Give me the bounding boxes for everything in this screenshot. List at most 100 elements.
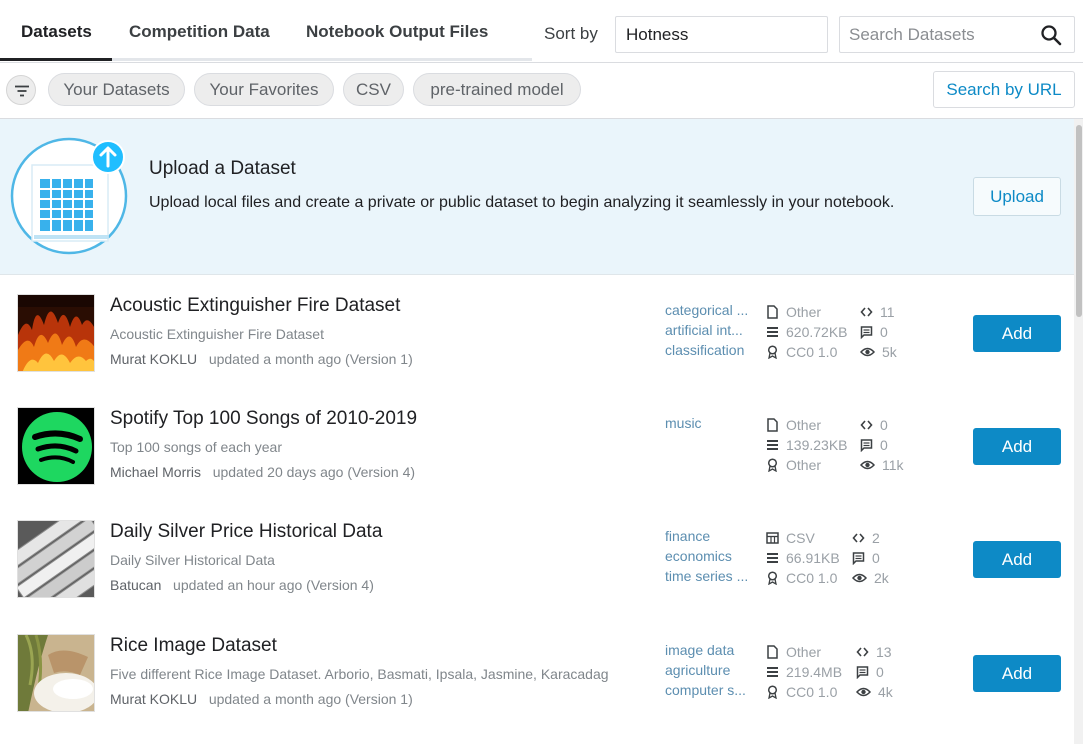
license-badge-icon (767, 685, 778, 699)
dataset-tags: finance economics time series ... (665, 528, 760, 588)
dataset-title[interactable]: Acoustic Extinguisher Fire Dataset (110, 295, 400, 317)
code-icon (856, 647, 869, 657)
dataset-stats-activity: 2 0 2k (852, 528, 889, 588)
tag[interactable]: classification (665, 342, 760, 362)
dataset-subtitle: Top 100 songs of each year (110, 439, 283, 455)
database-icon (767, 327, 778, 337)
tag[interactable]: image data (665, 642, 760, 662)
tag[interactable]: economics (665, 548, 760, 568)
chip-your-favorites[interactable]: Your Favorites (194, 73, 334, 106)
eye-icon (852, 573, 867, 583)
file-icon (767, 645, 778, 659)
tag[interactable]: time series ... (665, 568, 760, 588)
dataset-author[interactable]: Michael Morris (110, 464, 201, 480)
database-icon (767, 553, 778, 563)
stat-size: 139.23KB (766, 435, 848, 455)
filter-button[interactable] (6, 75, 36, 105)
dataset-updated: updated 20 days ago (Version 4) (212, 464, 416, 480)
dataset-thumbnail-spotify[interactable] (17, 407, 95, 485)
stat-views: 5k (860, 342, 897, 362)
dataset-row-silver[interactable]: Daily Silver Price Historical Data Daily… (0, 501, 1074, 614)
stat-license: CC0 1.0 (766, 342, 848, 362)
sort-by-label: Sort by (544, 24, 598, 43)
search-input[interactable] (840, 17, 1030, 52)
stat-code: 13 (856, 642, 893, 662)
dataset-stats-activity: 0 0 11k (860, 415, 904, 475)
chip-pre-trained-model[interactable]: pre-trained model (413, 73, 581, 106)
tab-notebook-output-files[interactable]: Notebook Output Files (306, 22, 488, 42)
tag[interactable]: music (665, 415, 760, 435)
search-icon[interactable] (1039, 23, 1063, 47)
stat-license: CC0 1.0 (766, 682, 842, 702)
stat-license: Other (766, 455, 848, 475)
dataset-stats-file: Other 219.4MB CC0 1.0 (766, 642, 842, 702)
dataset-title[interactable]: Spotify Top 100 Songs of 2010-2019 (110, 408, 417, 430)
stat-code: 0 (860, 415, 904, 435)
tag[interactable]: categorical ... (665, 302, 760, 322)
dataset-thumbnail-fire[interactable] (17, 294, 95, 372)
dataset-author[interactable]: Murat KOKLU (110, 351, 197, 367)
dataset-title[interactable]: Daily Silver Price Historical Data (110, 521, 382, 543)
eye-icon (856, 687, 871, 697)
stat-license: CC0 1.0 (766, 568, 840, 588)
tab-competition-data[interactable]: Competition Data (129, 22, 270, 42)
upload-button[interactable]: Upload (973, 177, 1061, 216)
dataset-thumbnail-rice[interactable] (17, 634, 95, 712)
dataset-row-acoustic-fire[interactable]: Acoustic Extinguisher Fire Dataset Acous… (0, 275, 1074, 388)
add-dataset-button[interactable]: Add (973, 541, 1061, 578)
dataset-author[interactable]: Murat KOKLU (110, 691, 197, 707)
stat-code: 2 (852, 528, 889, 548)
dataset-tags: image data agriculture computer s... (665, 642, 760, 702)
file-icon (767, 305, 778, 319)
eye-icon (860, 460, 875, 470)
stat-size: 620.72KB (766, 322, 848, 342)
sort-select[interactable]: Hotness (615, 16, 828, 53)
tag[interactable]: artificial int... (665, 322, 760, 342)
upload-description: Upload local files and create a private … (149, 194, 895, 211)
eye-icon (860, 347, 875, 357)
license-badge-icon (767, 458, 778, 472)
tab-competition-data-underline (112, 58, 288, 61)
chip-your-datasets[interactable]: Your Datasets (48, 73, 185, 106)
search-box (839, 16, 1075, 53)
add-dataset-button[interactable]: Add (973, 315, 1061, 352)
upload-title: Upload a Dataset (149, 158, 296, 179)
dataset-author[interactable]: Batucan (110, 577, 161, 593)
dataset-updated: updated an hour ago (Version 4) (173, 577, 374, 593)
dataset-meta: Michael Morris updated 20 days ago (Vers… (110, 464, 415, 480)
top-bar: Datasets Competition Data Notebook Outpu… (0, 0, 1083, 63)
license-badge-icon (767, 345, 778, 359)
add-dataset-button[interactable]: Add (973, 428, 1061, 465)
scrollbar-thumb[interactable] (1076, 125, 1082, 317)
chip-csv[interactable]: CSV (343, 73, 404, 106)
stat-views: 11k (860, 455, 904, 475)
dataset-stats-file: Other 620.72KB CC0 1.0 (766, 302, 848, 362)
add-dataset-button[interactable]: Add (973, 655, 1061, 692)
tab-datasets[interactable]: Datasets (21, 22, 92, 42)
stat-type: CSV (766, 528, 840, 548)
stat-discussions: 0 (860, 322, 897, 342)
dataset-stats-file: CSV 66.91KB CC0 1.0 (766, 528, 840, 588)
stat-views: 4k (856, 682, 893, 702)
stat-discussions: 0 (852, 548, 889, 568)
dataset-stats-file: Other 139.23KB Other (766, 415, 848, 475)
tag[interactable]: agriculture (665, 662, 760, 682)
tag[interactable]: computer s... (665, 682, 760, 702)
filter-icon (15, 85, 29, 97)
dataset-row-rice[interactable]: Rice Image Dataset Five different Rice I… (0, 615, 1074, 728)
scrollbar[interactable] (1074, 119, 1083, 744)
tag[interactable]: finance (665, 528, 760, 548)
stat-views: 2k (852, 568, 889, 588)
dataset-row-spotify[interactable]: Spotify Top 100 Songs of 2010-2019 Top 1… (0, 388, 1074, 501)
dataset-thumbnail-silver[interactable] (17, 520, 95, 598)
dataset-subtitle: Acoustic Extinguisher Fire Dataset (110, 326, 324, 342)
file-icon (767, 418, 778, 432)
search-by-url-button[interactable]: Search by URL (933, 71, 1075, 108)
upload-panel: Upload a Dataset Upload local files and … (0, 119, 1074, 275)
stat-discussions: 0 (856, 662, 893, 682)
dataset-stats-activity: 11 0 5k (860, 302, 897, 362)
dataset-title[interactable]: Rice Image Dataset (110, 635, 277, 657)
stat-type: Other (766, 302, 848, 322)
fire-thumbnail-icon (18, 295, 94, 371)
stat-discussions: 0 (860, 435, 904, 455)
